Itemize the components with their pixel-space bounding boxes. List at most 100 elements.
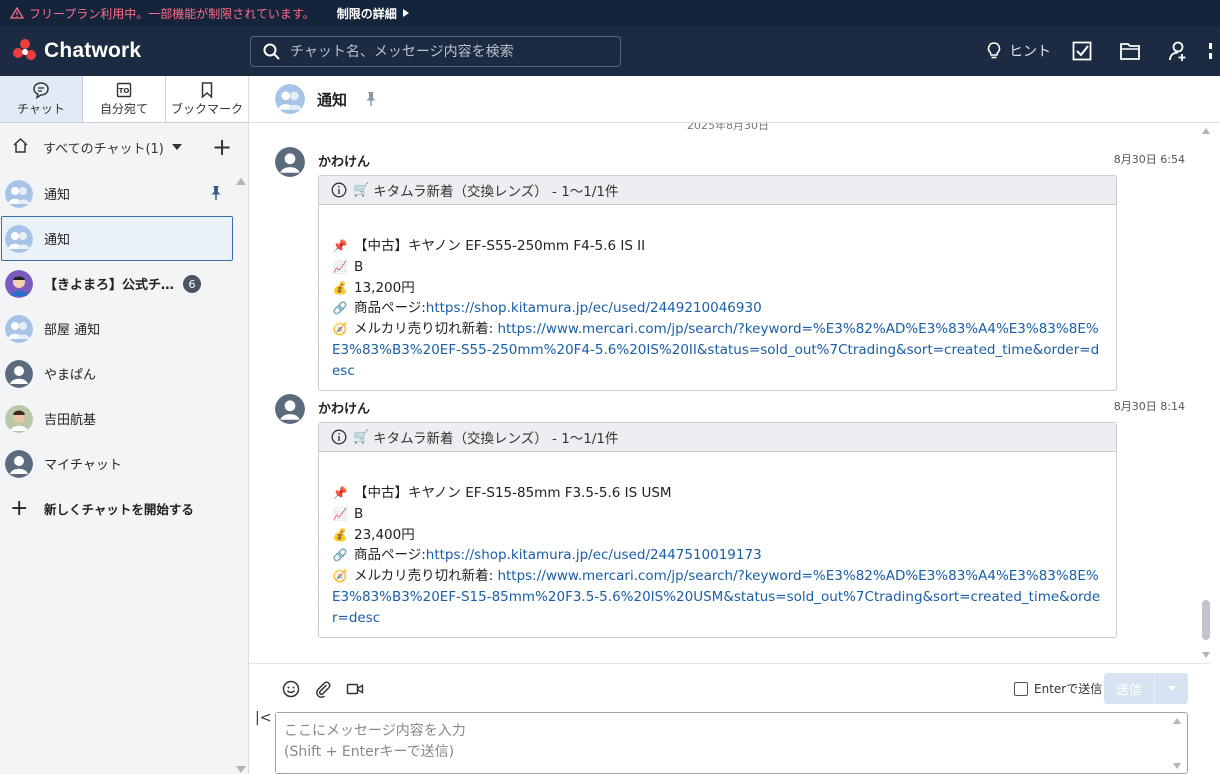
room-avatar: [275, 84, 305, 114]
chart-icon: 📈: [332, 506, 348, 521]
search-input[interactable]: [290, 43, 610, 60]
more-icon: [1209, 43, 1212, 59]
mercari-label: メルカリ売り切れ新着:: [354, 568, 498, 585]
room-title: 通知: [317, 90, 348, 109]
more-button[interactable]: [1202, 26, 1220, 76]
new-chat-button[interactable]: + 新しくチャットを開始する: [0, 486, 248, 531]
chevron-down-icon: [1167, 686, 1176, 691]
page-label: 商品ページ:: [354, 300, 426, 317]
room-name: マイチャット: [44, 458, 122, 473]
enter-send-checkbox[interactable]: [1014, 681, 1028, 696]
plan-detail-link[interactable]: 制限の詳細: [337, 5, 409, 22]
tab-bookmark[interactable]: ブックマーク: [166, 76, 248, 122]
send-button[interactable]: 送信: [1104, 673, 1188, 704]
product-rank: B: [354, 258, 364, 275]
tab-bookmark-label: ブックマーク: [170, 102, 243, 116]
money-bag-icon: 💰: [332, 527, 348, 542]
scroll-up-arrow[interactable]: [236, 178, 246, 185]
product-page-link[interactable]: https://shop.kitamura.jp/ec/used/2449210…: [426, 298, 762, 319]
room-item[interactable]: やまぱん: [0, 351, 248, 396]
scroll-down-arrow[interactable]: [1202, 652, 1210, 658]
all-chats-filter[interactable]: すべてのチャット(1): [43, 138, 164, 157]
user-avatar: [5, 404, 33, 433]
room-item[interactable]: 部屋 通知: [0, 306, 248, 351]
task-button[interactable]: [1058, 26, 1106, 76]
room-item-selected[interactable]: 通知: [1, 216, 233, 261]
collapse-sidebar-icon[interactable]: |<: [255, 710, 271, 726]
attach-icon[interactable]: [314, 680, 332, 698]
header-actions: ヒント: [978, 26, 1220, 76]
sender-name[interactable]: かわけん: [318, 151, 370, 170]
room-name: 部屋 通知: [44, 323, 101, 338]
emoji-icon[interactable]: [282, 680, 300, 698]
plan-warning-text: フリープラン利用中。一部機能が制限されています。: [29, 6, 315, 21]
video-icon[interactable]: [346, 680, 364, 698]
room-name: 【きよまろ】公式チャ…: [44, 278, 179, 293]
svg-text:TO: TO: [119, 87, 130, 95]
tab-chat[interactable]: チャット: [0, 76, 83, 122]
composer-toolbar: Enterで送信 送信: [249, 663, 1210, 713]
sidebar-tabs: チャット TO 自分宛て ブックマーク: [0, 76, 248, 123]
home-button[interactable]: [12, 137, 29, 158]
default-avatar[interactable]: [275, 147, 305, 177]
pushpin-icon: 📌: [332, 486, 348, 500]
bookmark-icon: [201, 82, 213, 99]
scroll-down-arrow[interactable]: [1173, 763, 1181, 769]
group-avatar: [5, 314, 33, 343]
info-card-body: 📌 【中古】キヤノン EF-S15-85mm F3.5-5.6 IS USM 📈 B…: [319, 452, 1116, 637]
tab-to-me[interactable]: TO 自分宛て: [83, 76, 166, 122]
chevron-down-icon[interactable]: [171, 144, 182, 150]
compass-icon: 🧭: [332, 322, 348, 337]
send-label: 送信: [1115, 683, 1142, 698]
room-item[interactable]: マイチャット: [0, 441, 248, 486]
message-timestamp: 8月30日 6:54: [1113, 153, 1185, 166]
lightbulb-icon: [987, 42, 1001, 59]
room-item[interactable]: 通知: [0, 171, 248, 216]
product-page-link[interactable]: https://shop.kitamura.jp/ec/used/2447510…: [426, 545, 762, 566]
default-avatar: [5, 359, 33, 388]
folder-icon: [1120, 43, 1140, 60]
room-name: 通知: [44, 188, 71, 203]
room-item[interactable]: 吉田航基: [0, 396, 248, 441]
timeline-scrollbar[interactable]: [1202, 128, 1210, 658]
mercari-label: メルカリ売り切れ新着:: [354, 321, 498, 338]
sidebar: チャット TO 自分宛て ブックマーク すべてのチャット(1) + 通知 通知: [0, 76, 249, 774]
plan-banner: フリープラン利用中。一部機能が制限されています。 制限の詳細: [0, 0, 1220, 26]
enter-send-toggle[interactable]: Enterで送信: [1014, 680, 1102, 697]
scroll-down-arrow[interactable]: [236, 766, 246, 773]
message-timestamp: 8月30日 8:14: [1113, 400, 1185, 413]
product-price: 13,200円: [354, 279, 415, 296]
message-composer[interactable]: [275, 712, 1188, 774]
product-name: 【中古】キヤノン EF-S15-85mm F3.5-5.6 IS USM: [354, 485, 672, 501]
app-name: Chatwork: [44, 39, 142, 62]
room-name: やまぱん: [44, 368, 97, 383]
product-price: 23,400円: [354, 526, 415, 543]
sender-name[interactable]: かわけん: [318, 398, 370, 417]
cart-icon: 🛒: [353, 429, 370, 445]
plan-warning: フリープラン利用中。一部機能が制限されています。: [10, 5, 315, 22]
pin-icon[interactable]: [208, 185, 224, 201]
home-icon: [13, 137, 28, 153]
contacts-button[interactable]: [1154, 26, 1202, 76]
search-box[interactable]: [250, 36, 621, 67]
scroll-up-arrow[interactable]: [1202, 128, 1210, 134]
room-header: 通知: [249, 76, 1220, 123]
file-button[interactable]: [1106, 26, 1154, 76]
add-chat-button[interactable]: +: [212, 135, 232, 159]
page-label: 商品ページ:: [354, 547, 426, 564]
app-header: Chatwork ヒント: [0, 26, 1220, 76]
send-options-button[interactable]: [1155, 686, 1188, 691]
scroll-thumb[interactable]: [1202, 600, 1210, 640]
hint-button[interactable]: ヒント: [978, 26, 1058, 76]
pin-icon[interactable]: [363, 91, 379, 107]
user-avatar: [5, 269, 33, 298]
warning-icon: [10, 7, 24, 19]
scroll-up-arrow[interactable]: [1173, 718, 1181, 724]
message-input[interactable]: [276, 713, 1166, 773]
room-item[interactable]: 【きよまろ】公式チャ… 6: [0, 261, 248, 306]
group-avatar: [5, 179, 33, 208]
pushpin-icon: 📌: [332, 239, 348, 253]
unread-badge: 6: [183, 275, 201, 293]
app-logo[interactable]: Chatwork: [12, 38, 248, 64]
default-avatar[interactable]: [275, 394, 305, 424]
